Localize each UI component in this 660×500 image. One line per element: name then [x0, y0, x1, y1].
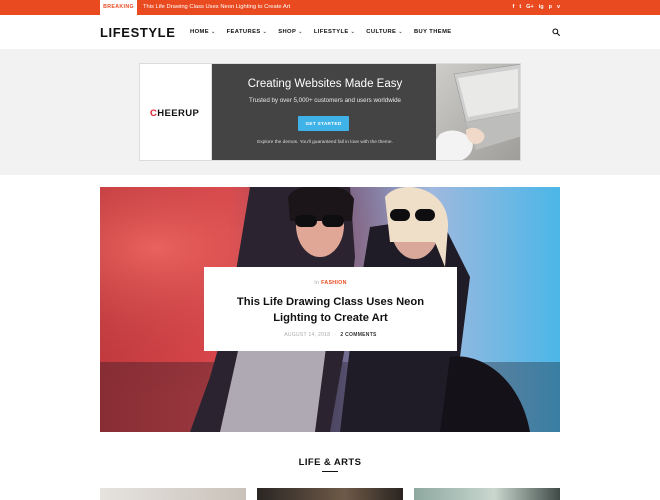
section-title: LIFE & ARTS: [298, 457, 362, 468]
post-category: In FASHION: [204, 280, 457, 286]
featured-post-card: In FASHION This Life Drawing Class Uses …: [204, 267, 457, 351]
nav-item-label: HOME: [190, 29, 209, 35]
post-meta: AUGUST 14, 2018 · 2 COMMENTS: [204, 332, 457, 338]
nav-item-lifestyle[interactable]: LIFESTYLE ⌄: [314, 29, 355, 35]
post-thumbnail[interactable]: [100, 488, 246, 500]
ad-title: Creating Websites Made Easy: [247, 78, 403, 90]
instagram-icon[interactable]: ig: [539, 0, 544, 15]
main-nav: HOME ⌄ FEATURES ⌄ SHOP ⌄ LIFESTYLE ⌄ CULTURE…: [190, 29, 452, 35]
category-prefix: In: [314, 280, 320, 286]
section-divider: [322, 471, 338, 472]
meta-separator: ·: [334, 332, 337, 338]
post-thumbnail[interactable]: [257, 488, 403, 500]
nav-item-features[interactable]: FEATURES ⌄: [227, 29, 268, 35]
site-logo[interactable]: LIFESTYLE: [100, 25, 175, 40]
chevron-down-icon: ⌄: [262, 29, 268, 35]
laptop-image: [436, 64, 520, 160]
chevron-down-icon: ⌄: [398, 29, 403, 35]
chevron-down-icon: ⌄: [350, 29, 356, 35]
nav-item-culture[interactable]: CULTURE ⌄: [366, 29, 403, 35]
ad-footer-text: Explore the demos. You'll guaranteed fal…: [257, 140, 393, 145]
nav-item-label: LIFESTYLE: [313, 29, 349, 35]
comments-link[interactable]: 2 COMMENTS: [340, 332, 376, 338]
nav-item-label: SHOP: [278, 29, 297, 35]
chevron-down-icon: ⌄: [298, 29, 303, 35]
social-links: f t G+ ig p v: [512, 0, 560, 15]
nav-item-home[interactable]: HOME ⌄: [190, 29, 216, 35]
ad-banner[interactable]: CHEERUP Creating Websites Made Easy Trus…: [139, 63, 521, 161]
ad-logo-panel: CHEERUP: [140, 64, 212, 160]
top-bar: BREAKING This Life Drawing Class Uses Ne…: [0, 0, 660, 15]
ad-subtitle: Trusted by over 5,000+ customers and use…: [249, 97, 401, 104]
featured-post-title[interactable]: This Life Drawing Class Uses Neon Lighti…: [214, 295, 447, 326]
breaking-label: BREAKING: [100, 0, 137, 15]
facebook-icon[interactable]: f: [512, 0, 514, 15]
pinterest-icon[interactable]: p: [549, 0, 552, 15]
nav-item-shop[interactable]: SHOP ⌄: [278, 29, 303, 35]
search-icon[interactable]: [552, 28, 560, 36]
breaking-news-link[interactable]: This Life Drawing Class Uses Neon Lighti…: [143, 0, 290, 15]
ad-logo: CHEERUP: [150, 108, 200, 119]
post-date: AUGUST 14, 2018: [284, 332, 331, 338]
twitter-icon[interactable]: t: [519, 0, 521, 15]
chevron-down-icon: ⌄: [211, 29, 216, 35]
google-plus-icon[interactable]: G+: [526, 0, 534, 15]
post-thumbnail[interactable]: [414, 488, 560, 500]
get-started-button[interactable]: GET STARTED: [298, 116, 349, 131]
vimeo-icon[interactable]: v: [557, 0, 560, 15]
nav-item-label: FEATURES: [226, 29, 261, 35]
category-link[interactable]: FASHION: [321, 280, 347, 286]
nav-item-label: CULTURE: [366, 29, 397, 35]
nav-item-buy-theme[interactable]: BUY THEME: [414, 29, 452, 35]
nav-item-label: BUY THEME: [413, 29, 452, 35]
